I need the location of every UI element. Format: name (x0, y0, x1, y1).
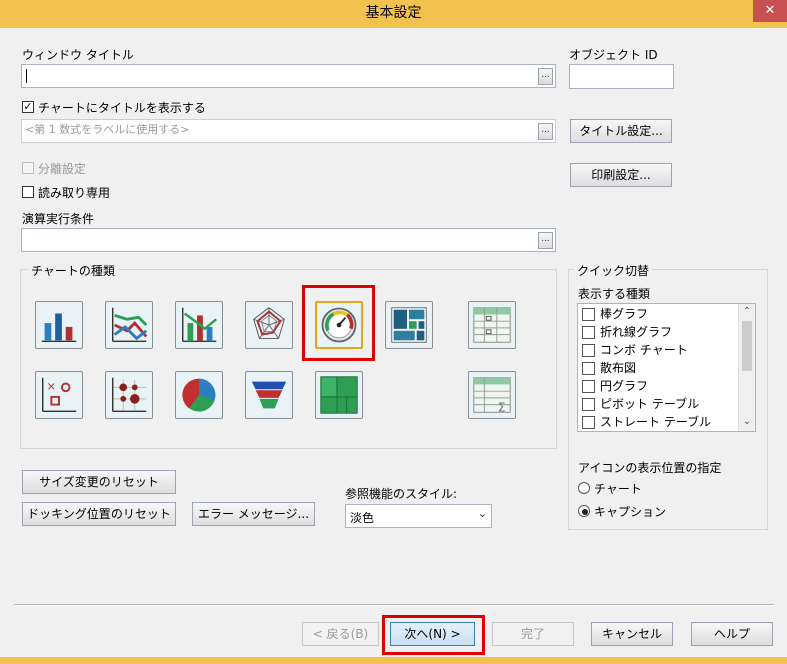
footer-separator (14, 604, 774, 606)
window-title-label: ウィンドウ タイトル (22, 48, 134, 62)
back-button[interactable]: < 戻る(B) (302, 622, 379, 646)
next-button[interactable]: 次へ(N) > (390, 622, 475, 646)
print-settings-button[interactable]: 印刷設定... (570, 163, 672, 187)
lookup-style-value: 淡色 (350, 511, 375, 525)
scroll-up-icon[interactable]: ⌃ (739, 304, 755, 320)
window-title: 基本設定 (365, 5, 422, 21)
list-item[interactable]: ピボット テーブル (578, 395, 738, 413)
title-formula-input[interactable]: <第 1 数式をラベルに使用する> (21, 119, 556, 143)
caption-radio-label: キャプション (594, 505, 667, 519)
radar-chart-icon[interactable] (245, 301, 293, 349)
cancel-button[interactable]: キャンセル (591, 622, 673, 646)
list-item[interactable]: 棒グラフ (578, 305, 738, 323)
show-title-checkbox[interactable]: ✓ (22, 101, 34, 113)
calc-condition-input[interactable] (21, 228, 556, 252)
window-title-browse-button[interactable]: ... (538, 68, 553, 85)
caption-radio[interactable] (578, 505, 590, 517)
reset-size-button[interactable]: サイズ変更のリセット (22, 470, 176, 494)
read-only-label: 読み取り専用 (38, 186, 111, 200)
list-item-checkbox[interactable] (582, 344, 595, 357)
help-button[interactable]: ヘルプ (691, 622, 773, 646)
list-item-checkbox[interactable] (582, 398, 595, 411)
list-item[interactable]: 折れ線グラフ (578, 323, 738, 341)
treemap-chart-icon[interactable] (315, 371, 363, 419)
list-item[interactable]: コンボ チャート (578, 341, 738, 359)
lookup-style-select[interactable]: 淡色 ⌄ (345, 504, 492, 528)
list-item[interactable]: 散布図 (578, 359, 738, 377)
icon-position-label: アイコンの表示位置の指定 (578, 461, 722, 475)
list-item[interactable]: ストレート テーブル (578, 413, 738, 431)
line-chart-icon[interactable] (105, 301, 153, 349)
chart-types-group (20, 269, 557, 449)
list-item-checkbox[interactable] (582, 326, 595, 339)
chart-radio-label: チャート (594, 482, 642, 496)
window-title-input[interactable] (21, 64, 556, 88)
types-label: 表示する種類 (578, 287, 651, 301)
reset-docking-button[interactable]: ドッキング位置のリセット (22, 502, 176, 526)
list-item-checkbox[interactable] (582, 362, 595, 375)
scroll-thumb[interactable] (742, 321, 752, 371)
straight-table-icon[interactable]: Σ (468, 371, 516, 419)
grid-chart-icon[interactable] (105, 371, 153, 419)
finish-button[interactable]: 完了 (492, 622, 574, 646)
list-scrollbar[interactable]: ⌃ ⌄ (738, 304, 755, 431)
bar-chart-icon[interactable] (35, 301, 83, 349)
title-formula-browse-button[interactable]: ... (538, 123, 553, 140)
read-only-checkbox[interactable] (22, 186, 34, 198)
svg-text:×: × (47, 379, 57, 393)
list-item-checkbox[interactable] (582, 380, 595, 393)
scatter-chart-icon[interactable]: × (35, 371, 83, 419)
list-item-checkbox[interactable] (582, 308, 595, 321)
list-item-checkbox[interactable] (582, 416, 595, 429)
block-chart-icon[interactable] (385, 301, 433, 349)
svg-text:Σ: Σ (498, 399, 506, 414)
scroll-down-icon[interactable]: ⌄ (739, 415, 755, 431)
detach-checkbox[interactable] (22, 162, 34, 174)
close-button[interactable]: ✕ (753, 0, 787, 22)
list-item[interactable]: 円グラフ (578, 377, 738, 395)
calc-condition-label: 演算実行条件 (22, 212, 95, 226)
title-settings-button[interactable]: タイトル設定... (570, 119, 672, 143)
text-cursor (26, 69, 27, 83)
lookup-style-label: 参照機能のスタイル: (345, 487, 458, 501)
funnel-chart-icon[interactable] (245, 371, 293, 419)
pivot-table-icon[interactable] (468, 301, 516, 349)
object-id-label: オブジェクト ID (569, 48, 658, 62)
calc-condition-browse-button[interactable]: ... (538, 232, 553, 249)
pie-chart-icon[interactable] (175, 371, 223, 419)
chart-types-list[interactable]: 棒グラフ 折れ線グラフ コンボ チャート 散布図 円グラフ ピボット テーブル … (577, 303, 756, 432)
object-id-input[interactable] (569, 64, 674, 89)
chart-radio[interactable] (578, 482, 590, 494)
error-message-button[interactable]: エラー メッセージ... (192, 502, 315, 526)
quick-change-label: クイック切替 (574, 262, 653, 279)
gauge-chart-icon[interactable] (315, 301, 363, 349)
chevron-down-icon: ⌄ (477, 507, 487, 520)
show-title-label: チャートにタイトルを表示する (38, 101, 206, 115)
chart-types-label: チャートの種類 (28, 262, 118, 279)
combo-chart-icon[interactable] (175, 301, 223, 349)
detach-label: 分離設定 (38, 162, 87, 176)
window-bottom-border (0, 657, 787, 664)
